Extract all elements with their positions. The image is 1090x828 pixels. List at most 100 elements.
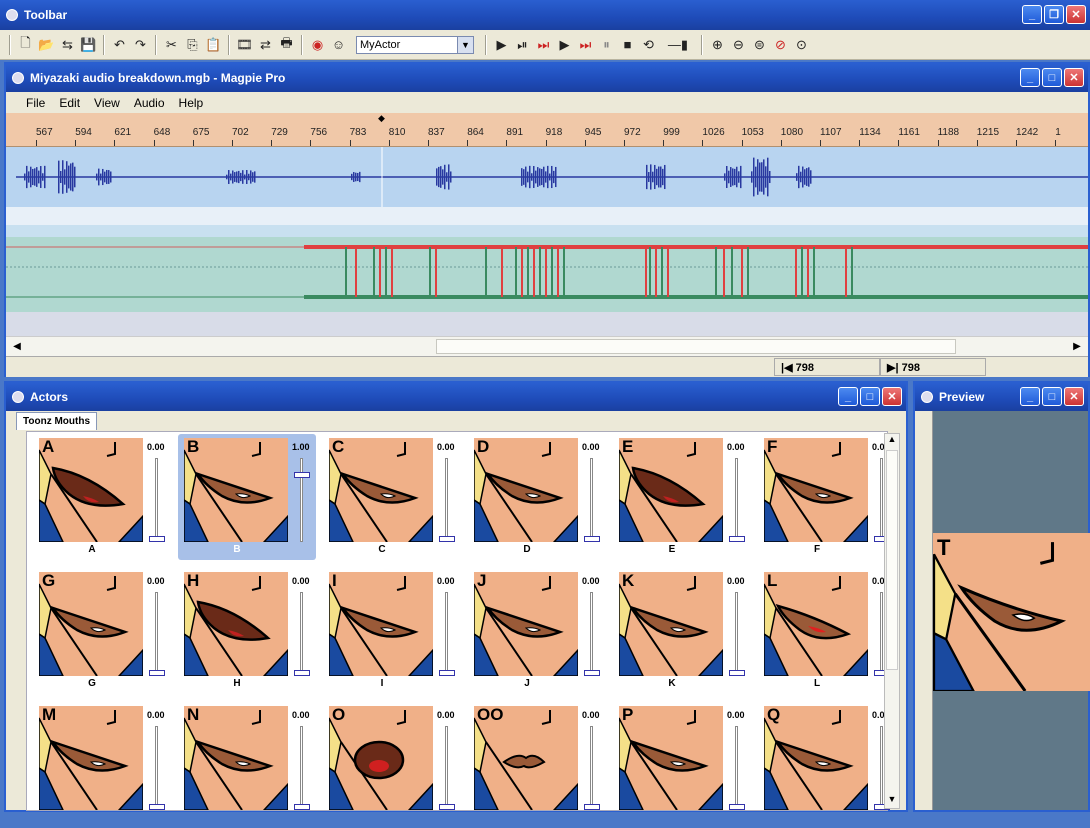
audio-waveform[interactable] xyxy=(6,147,1088,207)
mouth-cell[interactable]: E 0.00 E xyxy=(613,434,751,560)
slider-knob[interactable] xyxy=(439,804,455,810)
minimize-button[interactable]: _ xyxy=(838,387,858,406)
mouth-cell[interactable]: OO 0.00 xyxy=(468,702,606,828)
print-icon[interactable]: 🖶 xyxy=(277,35,296,55)
open-icon[interactable]: 📂 xyxy=(37,35,56,55)
weight-slider[interactable] xyxy=(292,726,312,812)
slider-knob[interactable] xyxy=(584,670,600,676)
volume-icon[interactable]: —▮ xyxy=(660,35,696,55)
playhead-marker[interactable]: ◆ xyxy=(378,113,385,124)
redo-icon[interactable]: ↷ xyxy=(131,35,150,55)
mouth-cell[interactable]: I 0.00 I xyxy=(323,568,461,694)
mouth-image[interactable] xyxy=(184,438,288,542)
mouth-image[interactable] xyxy=(329,438,433,542)
play-icon[interactable]: ▶ xyxy=(492,35,511,55)
preview-splitter[interactable] xyxy=(915,411,933,810)
actor-select[interactable]: MyActor ▼ xyxy=(356,35,474,54)
mouth-image[interactable] xyxy=(184,706,288,810)
zoom-in-icon[interactable]: ⊕ xyxy=(708,35,727,55)
timeline-lane[interactable] xyxy=(6,225,1088,237)
pause-icon[interactable]: ⏸ xyxy=(597,35,616,55)
save-icon[interactable]: 💾 xyxy=(79,35,98,55)
vertical-scrollbar[interactable]: ▲ ▼ xyxy=(884,433,900,809)
new-icon[interactable]: 🗋 xyxy=(16,35,35,55)
menu-edit[interactable]: Edit xyxy=(59,96,80,110)
zoom-selection-icon[interactable]: ⊘ xyxy=(771,35,790,55)
zoom-fit-icon[interactable]: ⊜ xyxy=(750,35,769,55)
mouth-image[interactable] xyxy=(474,572,578,676)
mouth-cell[interactable]: N 0.00 xyxy=(178,702,316,828)
scroll-thumb[interactable] xyxy=(436,339,956,354)
step-forward-icon[interactable]: ▶ xyxy=(555,35,574,55)
close-button[interactable]: ✕ xyxy=(1066,5,1086,24)
restore-button[interactable]: ❐ xyxy=(1044,5,1064,24)
close-button[interactable]: ✕ xyxy=(882,387,902,406)
mouth-cell[interactable]: D 0.00 D xyxy=(468,434,606,560)
mouth-cell[interactable]: K 0.00 K xyxy=(613,568,751,694)
scroll-up-icon[interactable]: ▲ xyxy=(885,434,899,448)
weight-slider[interactable] xyxy=(582,592,602,678)
mouth-cell[interactable]: O 0.00 xyxy=(323,702,461,828)
menu-view[interactable]: View xyxy=(94,96,120,110)
mouth-image[interactable] xyxy=(764,438,868,542)
slider-knob[interactable] xyxy=(294,804,310,810)
menu-audio[interactable]: Audio xyxy=(134,96,165,110)
close-button[interactable]: ✕ xyxy=(1064,68,1084,87)
mouth-image[interactable] xyxy=(39,438,143,542)
menu-help[interactable]: Help xyxy=(179,96,204,110)
slider-knob[interactable] xyxy=(729,670,745,676)
scroll-down-icon[interactable]: ▼ xyxy=(885,794,899,808)
scroll-left-icon[interactable]: ◀ xyxy=(10,339,24,353)
weight-slider[interactable] xyxy=(292,458,312,544)
weight-slider[interactable] xyxy=(727,592,747,678)
slider-knob[interactable] xyxy=(584,536,600,542)
slider-knob[interactable] xyxy=(294,472,310,478)
weight-slider[interactable] xyxy=(437,458,457,544)
minimize-button[interactable]: _ xyxy=(1020,68,1040,87)
mouth-image[interactable] xyxy=(619,706,723,810)
weight-slider[interactable] xyxy=(582,458,602,544)
zoom-all-icon[interactable]: ⊙ xyxy=(792,35,811,55)
mouth-cell[interactable]: A 0.00 A xyxy=(33,434,171,560)
chevron-down-icon[interactable]: ▼ xyxy=(457,36,473,53)
slider-knob[interactable] xyxy=(439,670,455,676)
weight-slider[interactable] xyxy=(437,726,457,812)
timeline-ruler[interactable]: ◆ 567 594 621 648 675 702 729 756 783 810 837 864 89… xyxy=(6,113,1088,147)
mouth-cell[interactable]: G 0.00 G xyxy=(33,568,171,694)
face-icon[interactable]: ☺ xyxy=(329,35,348,55)
timeline-lane[interactable] xyxy=(6,207,1088,225)
play-selection-icon[interactable]: ⏭ xyxy=(534,35,553,55)
minimize-button[interactable]: _ xyxy=(1022,5,1042,24)
slider-knob[interactable] xyxy=(294,670,310,676)
maximize-button[interactable]: □ xyxy=(1042,68,1062,87)
tab-toonz-mouths[interactable]: Toonz Mouths xyxy=(16,412,98,430)
mouth-image[interactable] xyxy=(329,572,433,676)
play-from-start-icon[interactable]: ⏯ xyxy=(513,35,532,55)
mouth-cell[interactable]: J 0.00 J xyxy=(468,568,606,694)
horizontal-scrollbar[interactable]: ◀ ▶ xyxy=(6,336,1088,356)
maximize-button[interactable]: □ xyxy=(860,387,880,406)
slider-knob[interactable] xyxy=(729,804,745,810)
mouth-cell[interactable]: F 0.0 F xyxy=(758,434,896,560)
scroll-thumb[interactable] xyxy=(886,450,898,670)
mouth-cell[interactable]: P 0.00 xyxy=(613,702,751,828)
import-icon[interactable]: ⇆ xyxy=(58,35,77,55)
weight-slider[interactable] xyxy=(147,592,167,678)
weight-slider[interactable] xyxy=(727,726,747,812)
close-button[interactable]: ✕ xyxy=(1064,387,1084,406)
mouth-image[interactable] xyxy=(764,572,868,676)
weight-slider[interactable] xyxy=(727,458,747,544)
slider-knob[interactable] xyxy=(149,536,165,542)
timeline-lane[interactable] xyxy=(6,312,1088,336)
minimize-button[interactable]: _ xyxy=(1020,387,1040,406)
mouth-cell[interactable]: M 0.00 xyxy=(33,702,171,828)
mouth-image[interactable] xyxy=(619,572,723,676)
stop-icon[interactable]: ■ xyxy=(618,35,637,55)
toolbar-grip[interactable] xyxy=(9,34,11,55)
export-icon[interactable]: ⇄ xyxy=(256,35,275,55)
slider-knob[interactable] xyxy=(584,804,600,810)
slider-knob[interactable] xyxy=(729,536,745,542)
weight-slider[interactable] xyxy=(582,726,602,812)
slider-knob[interactable] xyxy=(149,670,165,676)
mouth-cell[interactable]: H 0.00 H xyxy=(178,568,316,694)
